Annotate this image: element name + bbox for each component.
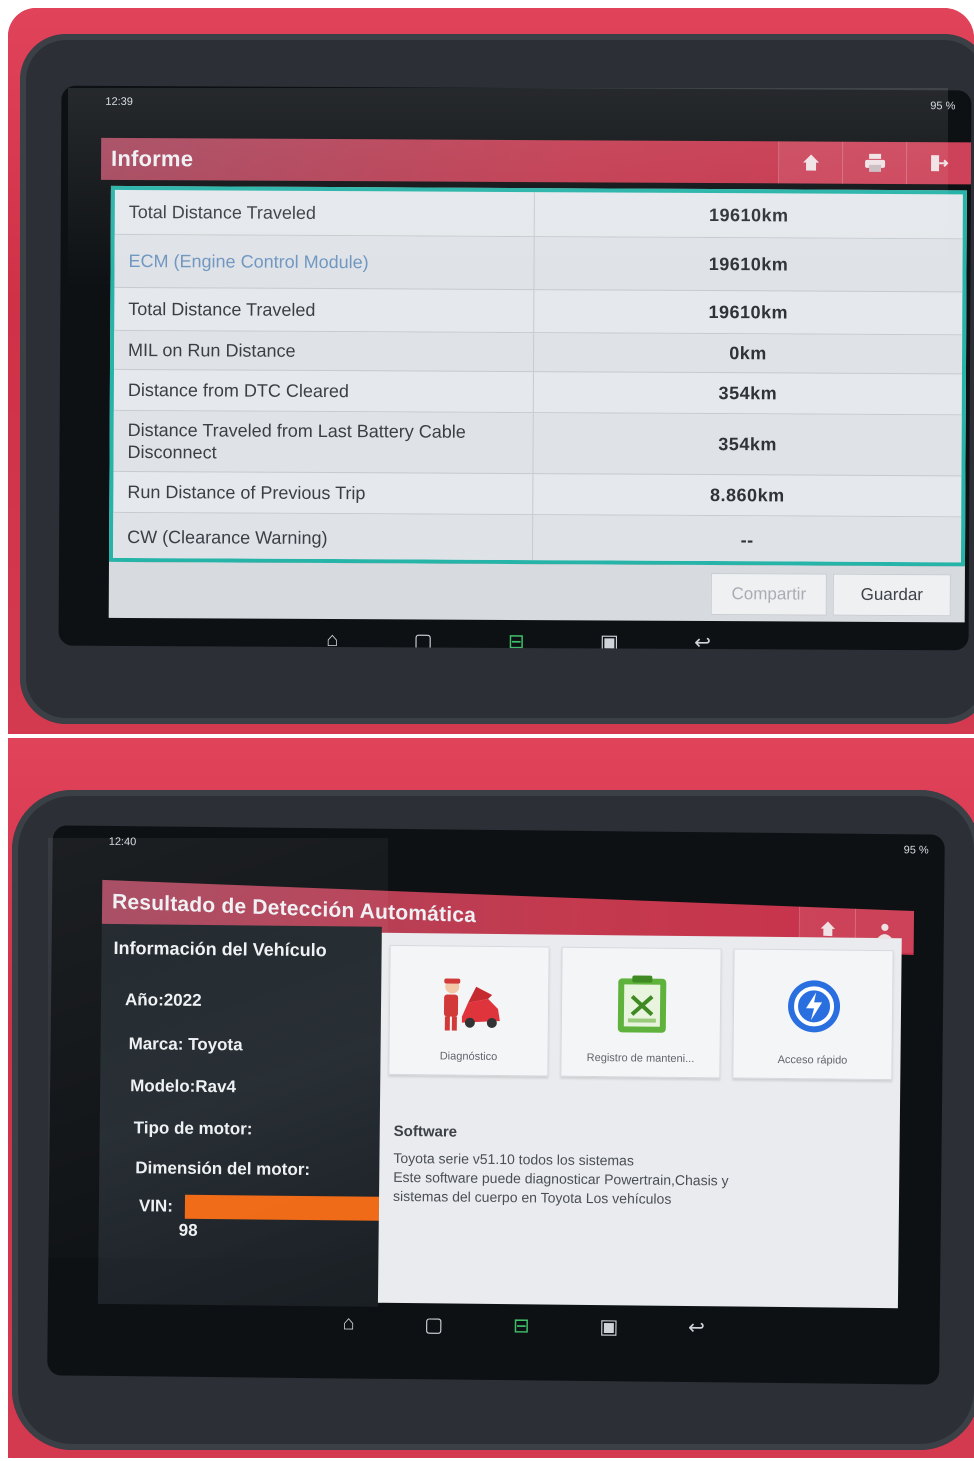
home-icon <box>820 921 836 937</box>
status-time: 12:39 <box>105 95 133 108</box>
nav-vci-icon[interactable]: ⊟ <box>508 628 525 650</box>
exit-icon <box>931 155 949 172</box>
home-button[interactable] <box>777 141 844 184</box>
quick-access-icon <box>788 980 841 1033</box>
vehicle-info-heading: Información del Vehículo <box>113 937 327 961</box>
row-value: 0km <box>729 342 767 363</box>
status-bar: 12:39 95 % <box>61 86 971 123</box>
function-panel: Diagnóstico Registro de manteni... Acces… <box>377 932 902 1309</box>
vehicle-info-panel: Información del Vehículo Año:2022 Marca:… <box>97 923 382 1307</box>
printer-icon <box>865 153 886 172</box>
row-label: ECM (Engine Control Module) <box>114 234 535 290</box>
nav-screenshot-icon[interactable]: ▣ <box>599 1314 618 1339</box>
row-label: Run Distance of Previous Trip <box>113 471 534 515</box>
photo-informe: 12:39 95 % Informe Total Distance Travel… <box>8 8 974 734</box>
vehicle-model: Modelo:Rav4 <box>130 1076 237 1097</box>
print-button[interactable] <box>841 141 908 185</box>
vehicle-year: Año:2022 <box>124 990 202 1010</box>
row-value: 19610km <box>708 204 789 225</box>
engine-type: Tipo de motor: <box>133 1118 253 1139</box>
report-table: Total Distance Traveled 19610km ECM (Eng… <box>108 185 967 567</box>
table-row: Distance Traveled from Last Battery Cabl… <box>113 410 962 477</box>
row-value: 19610km <box>708 253 789 274</box>
software-heading: Software <box>393 1122 458 1141</box>
table-row: ECM (Engine Control Module) 19610km <box>114 234 963 293</box>
vin-label: VIN: <box>138 1196 174 1216</box>
row-value: 354km <box>718 433 777 454</box>
maintenance-clipboard-icon <box>617 975 667 1033</box>
engine-size: Dimensión del motor: <box>135 1158 311 1180</box>
tablet-screen: 12:39 95 % Informe Total Distance Travel… <box>58 85 972 651</box>
card-label: Registro de manteni... <box>586 1051 695 1066</box>
card-label: Diagnóstico <box>439 1050 498 1064</box>
row-value: -- <box>740 529 754 550</box>
table-row: Total Distance Traveled 19610km <box>114 189 963 240</box>
row-label: Distance Traveled from Last Battery Cabl… <box>113 410 534 474</box>
vehicle-make: Marca: Toyota <box>128 1034 243 1055</box>
nav-vci-icon[interactable]: ⊟ <box>513 1313 530 1338</box>
row-value: 19610km <box>708 301 789 322</box>
software-description: Toyota serie v51.10 todos los sistemas E… <box>393 1149 874 1211</box>
status-battery: 95 % <box>930 100 956 113</box>
android-nav-bar: ⌂ ▢ ⊟ ▣ ↩ <box>59 620 969 651</box>
exit-button[interactable] <box>905 142 972 185</box>
nav-back-icon[interactable]: ↩ <box>694 629 711 650</box>
save-button[interactable]: Guardar <box>832 573 951 617</box>
title-bar: Informe <box>100 137 972 185</box>
status-battery: 95 % <box>903 844 929 857</box>
software-line-3: sistemas del cuerpo en Toyota Los vehícu… <box>392 1187 672 1207</box>
diagnostic-card[interactable]: Diagnóstico <box>388 944 550 1077</box>
table-row: CW (Clearance Warning) -- <box>112 512 962 567</box>
nav-screenshot-icon[interactable]: ▣ <box>600 629 619 650</box>
maintenance-card[interactable]: Registro de manteni... <box>560 946 722 1079</box>
card-label: Acceso rápido <box>777 1053 848 1067</box>
photo-autodetect: 12:40 95 % Resultado de Detección Automá… <box>8 738 974 1458</box>
android-nav-bar: ⌂ ▢ ⊟ ▣ ↩ <box>48 1301 940 1348</box>
mechanic-car-icon <box>443 978 500 1031</box>
nav-home-icon[interactable]: ⌂ <box>342 1312 354 1335</box>
page-title: Resultado de Detección Automática <box>111 890 477 928</box>
page-title: Informe <box>111 145 194 172</box>
row-value: 8.860km <box>710 484 785 505</box>
table-row: Total Distance Traveled 19610km <box>114 287 963 336</box>
home-icon <box>803 154 820 171</box>
row-label: MIL on Run Distance <box>113 330 535 372</box>
share-button[interactable]: Compartir <box>710 573 827 616</box>
nav-recents-icon[interactable]: ▢ <box>414 628 433 650</box>
tablet-screen: 12:40 95 % Resultado de Detección Automá… <box>47 825 945 1385</box>
status-time: 12:40 <box>108 835 137 849</box>
nav-recents-icon[interactable]: ▢ <box>424 1312 443 1337</box>
row-label: Total Distance Traveled <box>114 287 535 333</box>
table-row: Run Distance of Previous Trip 8.860km <box>113 471 962 518</box>
row-label: CW (Clearance Warning) <box>112 512 534 564</box>
row-label: Distance from DTC Cleared <box>113 369 534 413</box>
row-value: 354km <box>718 382 778 403</box>
table-row: MIL on Run Distance 0km <box>113 330 963 375</box>
vin-redaction <box>184 1194 380 1221</box>
nav-back-icon[interactable]: ↩ <box>688 1315 705 1340</box>
vin-tail: 98 <box>178 1220 198 1240</box>
row-label: Total Distance Traveled <box>114 189 535 237</box>
action-bar: Compartir Guardar <box>108 561 965 623</box>
table-row: Distance from DTC Cleared 354km <box>113 369 962 416</box>
quick-access-card[interactable]: Acceso rápido <box>732 948 894 1081</box>
